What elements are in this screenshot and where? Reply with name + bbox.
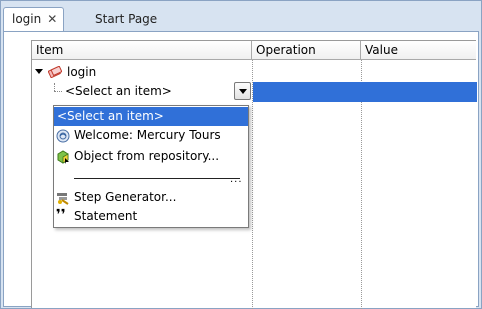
column-header-value[interactable]: Value xyxy=(361,41,477,60)
dropdown-option-step-generator[interactable]: Step Generator... xyxy=(54,188,248,207)
expand-triangle-icon[interactable] xyxy=(35,69,43,74)
item-combo-text[interactable]: <Select an item> xyxy=(65,84,172,98)
item-combo-dropdown-button[interactable] xyxy=(234,82,251,100)
dropdown-separator-ellipsis: ... xyxy=(230,174,243,185)
dropdown-option-label: Statement xyxy=(74,209,138,223)
browser-page-icon xyxy=(56,129,70,143)
action-icon xyxy=(48,66,62,78)
step-generator-icon xyxy=(57,193,69,205)
dropdown-option-welcome-mercury-tours[interactable]: Welcome: Mercury Tours xyxy=(54,126,248,145)
dropdown-option-label: Object from repository... xyxy=(74,149,220,163)
tab-strip: login ✕ Start Page xyxy=(3,7,479,32)
selected-row-highlight[interactable] xyxy=(253,82,477,102)
tab-login-label: login xyxy=(12,12,42,26)
tab-start-page-label: Start Page xyxy=(95,12,158,26)
column-header-item[interactable]: Item xyxy=(32,41,252,60)
dropdown-option-select-item[interactable]: <Select an item> xyxy=(54,107,248,126)
statement-quote-icon: ❜❜ xyxy=(56,207,66,223)
tree-connector xyxy=(54,91,62,92)
dropdown-separator xyxy=(74,178,240,179)
tab-start-page[interactable]: Start Page xyxy=(85,9,167,31)
item-dropdown-list: <Select an item> Welcome: Mercury Tours … xyxy=(53,105,249,228)
dropdown-option-statement[interactable]: ❜❜ Statement xyxy=(54,207,248,226)
dropdown-option-object-from-repository[interactable]: Object from repository... xyxy=(54,147,248,166)
grid-header: Item Operation Value xyxy=(32,41,476,60)
close-icon[interactable]: ✕ xyxy=(47,13,57,25)
application-window: login ✕ Start Page Item Operation Value l… xyxy=(0,0,482,309)
column-header-operation[interactable]: Operation xyxy=(252,41,361,60)
dropdown-option-label: Welcome: Mercury Tours xyxy=(74,128,221,142)
tree-connector xyxy=(54,83,55,91)
object-repository-icon xyxy=(57,150,69,164)
tree-label-login: login xyxy=(67,65,97,79)
chevron-down-icon xyxy=(239,89,247,94)
tab-login[interactable]: login ✕ xyxy=(3,7,65,32)
dropdown-option-label: <Select an item> xyxy=(57,109,164,123)
dropdown-option-label: Step Generator... xyxy=(74,190,177,204)
